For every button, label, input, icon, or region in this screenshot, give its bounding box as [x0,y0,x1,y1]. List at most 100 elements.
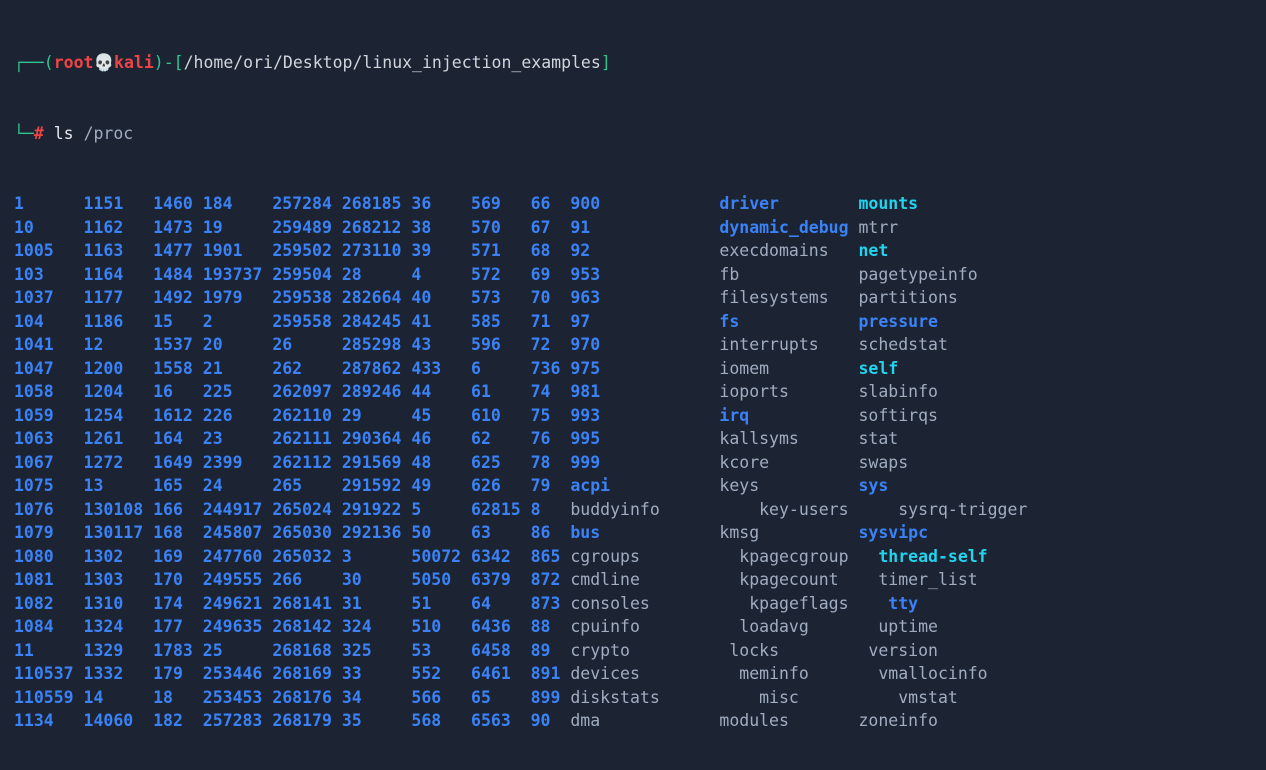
ls-entry: 1200 [84,357,154,381]
ls-entry: 225 [203,380,273,404]
ls-entry: sysvipc [858,521,928,545]
ls-entry: 1492 [153,286,203,310]
ls-entry: 31 [342,592,412,616]
ls-entry: 166 [153,498,203,522]
prompt-line-1: ┌──(root💀kali)-[/home/ori/Desktop/linux_… [14,51,1252,75]
ls-entry: 6563 [471,709,531,733]
prompt-cwd: /home/ori/Desktop/linux_injection_exampl… [184,51,601,75]
ls-entry: 1204 [84,380,154,404]
ls-entry: 291922 [342,498,412,522]
ls-entry: net [858,239,888,263]
ls-entry: 15 [153,310,203,334]
ls-entry: 1164 [84,263,154,287]
ls-entry: 873 [531,592,571,616]
ls-entry: 1063 [14,427,84,451]
ls-row: 1081 1303 170 249555 266 30 5050 6379 87… [14,568,1252,592]
ls-entry: 44 [411,380,471,404]
ls-entry: 6461 [471,662,531,686]
ls-entry: sysrq-trigger [898,498,1027,522]
prompt-user: root💀kali [54,51,154,75]
ls-entry: 6436 [471,615,531,639]
ls-entry: cmdline [570,568,640,592]
ls-entry: sys [858,474,888,498]
ls-entry: 1329 [84,639,154,663]
ls-entry: 1059 [14,404,84,428]
ls-row: 1134 14060 182 257283 268179 35 568 6563… [14,709,1252,733]
ls-entry [620,451,719,475]
ls-entry: 14060 [84,709,154,733]
ls-row: 1063 1261 164 23 262111 290364 46 62 76 … [14,427,1252,451]
ls-entry: 61 [471,380,531,404]
ls-row: 1058 1204 16 225 262097 289246 44 61 74 … [14,380,1252,404]
ls-entry: 8 [531,498,571,522]
ls-entry: 1177 [84,286,154,310]
ls-entry: 1649 [153,451,203,475]
ls-entry: 291592 [342,474,412,498]
ls-entry: tty [888,592,918,616]
ls-entry [660,686,759,710]
ls-entry: 36 [411,192,471,216]
ls-entry: 86 [531,521,571,545]
ls-entry: 63 [471,521,531,545]
ls-entry: 273110 [342,239,412,263]
ls-entry: mtrr [858,216,898,240]
terminal[interactable]: ┌──(root💀kali)-[/home/ori/Desktop/linux_… [0,0,1266,770]
ls-entry [620,380,719,404]
ls-entry: 247760 [203,545,273,569]
ls-entry: 24 [203,474,273,498]
ls-entry: 1558 [153,357,203,381]
ls-entry: 262097 [272,380,342,404]
ls-entry: 35 [342,709,412,733]
ls-entry: 1005 [14,239,84,263]
ls-entry: timer_list [878,568,977,592]
ls-entry: 585 [471,310,531,334]
ls-entry: 1460 [153,192,203,216]
ls-entry [620,310,719,334]
ls-entry: 981 [570,380,620,404]
ls-entry: 1477 [153,239,203,263]
ls-entry: uptime [878,615,938,639]
ls-entry: bus [570,521,620,545]
ls-entry: ioports [719,380,858,404]
ls-row: 1067 1272 1649 2399 262112 291569 48 625… [14,451,1252,475]
ls-entry: 79 [531,474,571,498]
ls-entry: 268176 [272,686,342,710]
ls-entry: acpi [570,474,620,498]
ls-entry: 1082 [14,592,84,616]
ls-entry: kpagecgroup [739,545,878,569]
ls-entry: keys [719,474,858,498]
ls-entry: kpagecount [739,568,878,592]
ls-entry: 28 [342,263,412,287]
ls-entry: 10 [14,216,84,240]
ls-entry: 6379 [471,568,531,592]
ls-entry: filesystems [719,286,858,310]
ls-entry: 736 [531,357,571,381]
ls-entry: 268179 [272,709,342,733]
ls-entry: driver [719,192,858,216]
ls-entry: zoneinfo [858,709,937,733]
command-arg: /proc [84,122,134,146]
ls-entry: 253446 [203,662,273,686]
ls-entry: 1041 [14,333,84,357]
ls-entry: 130117 [84,521,154,545]
ls-entry: 245807 [203,521,273,545]
ls-entry: 43 [411,333,471,357]
ls-entry [630,639,729,663]
ls-entry: 1084 [14,615,84,639]
ls-entry: 50072 [411,545,471,569]
ls-entry: softirqs [858,404,937,428]
ls-entry: 1303 [84,568,154,592]
ls-entry: 1076 [14,498,84,522]
ls-entry: 268212 [342,216,412,240]
ls-entry: 164 [153,427,203,451]
ls-entry: 11 [14,639,84,663]
ls-entry: 110559 [14,686,84,710]
ls-entry: meminfo [739,662,878,686]
ls-entry: 568 [411,709,471,733]
ls-entry: 282664 [342,286,412,310]
ls-entry: 5050 [411,568,471,592]
ls-entry: 177 [153,615,203,639]
prompt-hash: # [34,122,44,146]
ls-entry [640,545,739,569]
ls-row: 10 1162 1473 19 259489 268212 38 570 67 … [14,216,1252,240]
